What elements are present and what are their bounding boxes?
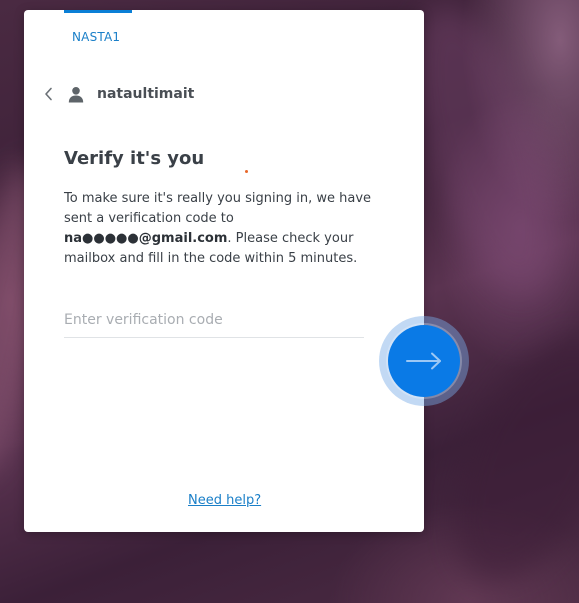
submit-button-core[interactable] [388,325,460,397]
page-title: Verify it's you [64,148,205,169]
verification-code-input[interactable] [64,302,364,338]
accent-dot [245,170,248,173]
masked-email: na●●●●●@gmail.com [64,231,228,246]
submit-button[interactable] [379,316,469,406]
username: nataultimait [97,86,195,102]
verification-card: NASTA1 nataultimait Verify it's you To m… [24,10,424,532]
user-row: nataultimait [41,82,194,106]
back-button[interactable] [41,84,57,104]
account-name: NASTA1 [72,30,121,44]
chevron-left-icon [45,87,52,101]
need-help-link[interactable]: Need help? [188,493,261,508]
arrow-right-icon [406,352,441,370]
account-tab-indicator [64,10,132,13]
description-text: To make sure it's really you signing in,… [64,191,372,226]
verification-description: To make sure it's really you signing in,… [64,189,394,269]
user-icon [67,85,85,103]
